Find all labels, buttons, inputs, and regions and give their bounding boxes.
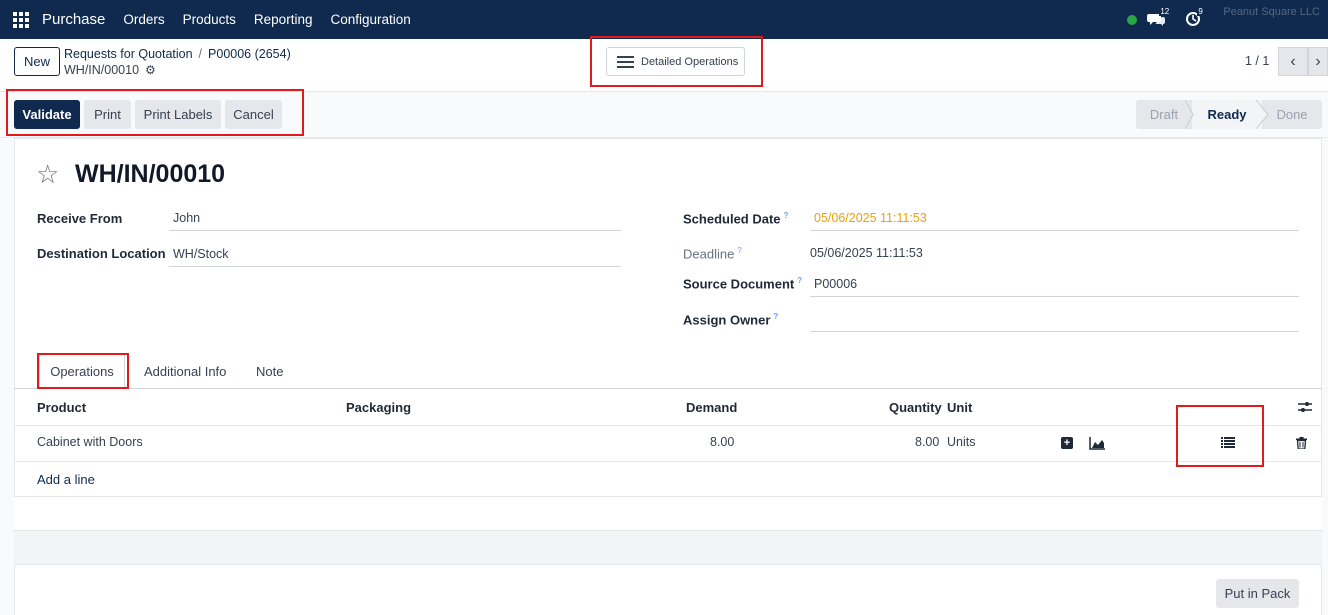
control-panel: New Requests for Quotation / P00006 (2654)… <box>0 39 1328 92</box>
apps-menu-icon[interactable] <box>13 11 29 28</box>
put-in-pack-button[interactable]: Put in Pack <box>1216 579 1299 608</box>
breadcrumb-rfq-link[interactable]: Requests for Quotation <box>64 47 193 61</box>
detailed-operations-label: Detailed Operations <box>641 55 739 68</box>
tab-note[interactable]: Note <box>256 364 283 379</box>
new-button[interactable]: New <box>14 47 60 76</box>
chevron-right-icon: › <box>1315 52 1321 70</box>
deadline-label: Deadline? <box>683 246 742 262</box>
print-button[interactable]: Print <box>84 100 131 129</box>
deadline-value: 05/06/2025 11:11:53 <box>810 246 923 260</box>
messages-icon[interactable]: 12 <box>1147 6 1171 29</box>
tab-additional-info[interactable]: Additional Info <box>144 364 226 379</box>
col-product[interactable]: Product <box>37 400 86 415</box>
previous-record-button[interactable]: ‹ <box>1278 47 1308 76</box>
row-divider <box>14 461 1322 462</box>
row-quantity[interactable]: 8.00 <box>915 435 939 449</box>
col-quantity[interactable]: Quantity <box>889 400 942 415</box>
empty-row <box>14 497 1322 530</box>
breadcrumb: Requests for Quotation / P00006 (2654) <box>64 47 291 61</box>
app-brand[interactable]: Purchase <box>42 11 105 28</box>
col-unit[interactable]: Unit <box>947 400 972 415</box>
row-unit[interactable]: Units <box>947 435 975 449</box>
record-ref-label: WH/IN/00010 <box>64 63 140 77</box>
breadcrumb-po-link[interactable]: P00006 (2654) <box>208 47 291 61</box>
cancel-button[interactable]: Cancel <box>225 100 282 129</box>
stage-arrow-icon <box>1185 100 1194 129</box>
detailed-operations-button[interactable]: Detailed Operations <box>606 47 745 76</box>
destination-location-field[interactable]: WH/Stock <box>169 243 621 267</box>
menu-configuration[interactable]: Configuration <box>330 12 410 27</box>
company-name[interactable]: Peanut Square LLC <box>1223 6 1320 18</box>
record-title: WH/IN/00010 <box>75 160 226 188</box>
chevron-left-icon: ‹ <box>1290 52 1296 70</box>
optional-columns-icon[interactable] <box>1296 398 1314 416</box>
menu-orders[interactable]: Orders <box>123 12 164 27</box>
activities-count: 9 <box>1197 6 1204 16</box>
stage-arrow-icon <box>1256 100 1269 129</box>
col-packaging[interactable]: Packaging <box>346 400 411 415</box>
status-bar: Validate Print Print Labels Cancel Draft… <box>0 92 1328 138</box>
row-demand[interactable]: 8.00 <box>710 435 734 449</box>
stage-draft[interactable]: Draft <box>1136 100 1192 129</box>
empty-row <box>14 531 1322 564</box>
messages-count: 12 <box>1159 6 1171 16</box>
menu-reporting[interactable]: Reporting <box>254 12 313 27</box>
detailed-operations-list-icon[interactable] <box>1221 436 1235 449</box>
print-labels-button[interactable]: Print Labels <box>135 100 221 129</box>
forecast-chart-icon[interactable] <box>1089 436 1105 450</box>
validate-button[interactable]: Validate <box>14 100 80 129</box>
pager-value[interactable]: 1 / 1 <box>1245 54 1269 68</box>
notebook-tabs: Operations Additional Info Note <box>14 353 1322 390</box>
scheduled-date-label: Scheduled Date? <box>683 211 789 227</box>
row-divider <box>14 564 1322 565</box>
scheduled-date-field[interactable]: 05/06/2025 11:11:53 <box>810 207 1299 231</box>
receive-from-field[interactable]: John <box>169 207 621 231</box>
header-divider <box>14 425 1322 426</box>
favorite-star-icon[interactable]: ☆ <box>36 160 59 188</box>
plus-square-icon[interactable]: + <box>1061 437 1073 449</box>
stage-ready[interactable]: Ready <box>1192 100 1262 129</box>
destination-location-label: Destination Location <box>37 246 166 261</box>
col-demand[interactable]: Demand <box>686 400 737 415</box>
add-a-line-link[interactable]: Add a line <box>37 472 95 487</box>
trash-icon[interactable] <box>1295 436 1307 449</box>
top-navbar: Purchase Orders Products Reporting Confi… <box>0 0 1328 39</box>
assign-owner-field[interactable] <box>810 308 1299 332</box>
status-online-icon <box>1127 14 1138 25</box>
next-record-button[interactable]: › <box>1308 47 1328 76</box>
receive-from-label: Receive From <box>37 211 123 226</box>
gear-icon[interactable]: ⚙ <box>145 63 156 77</box>
assign-owner-label: Assign Owner? <box>683 312 779 328</box>
source-document-field[interactable]: P00006 <box>810 273 1299 297</box>
row-product[interactable]: Cabinet with Doors <box>37 435 143 449</box>
menu-products[interactable]: Products <box>183 12 236 27</box>
list-menu-icon <box>617 53 634 71</box>
activities-clock-icon[interactable]: 9 <box>1185 6 1207 29</box>
source-document-label: Source Document? <box>683 276 803 292</box>
record-reference: WH/IN/00010 ⚙ <box>64 63 156 77</box>
tab-operations[interactable]: Operations <box>39 353 125 390</box>
